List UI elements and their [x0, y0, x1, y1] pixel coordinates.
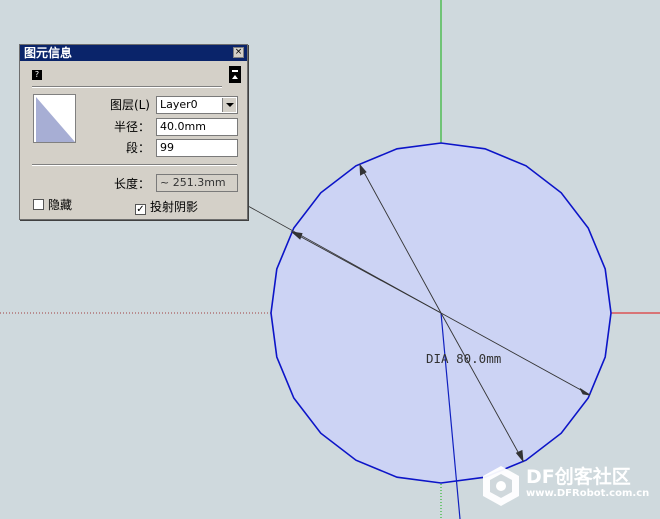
- cast-shadows-label: 投射阴影: [150, 200, 199, 214]
- hidden-checkbox[interactable]: 隐藏: [33, 198, 72, 212]
- length-field: ~ 251.3mm: [156, 174, 238, 192]
- close-button[interactable]: ×: [233, 47, 244, 58]
- radius-input[interactable]: 40.0mm: [156, 118, 238, 136]
- radius-label: 半径：: [113, 120, 150, 134]
- segments-value: 99: [160, 141, 174, 154]
- help-icon[interactable]: ?: [32, 70, 42, 80]
- length-value: ~ 251.3mm: [160, 176, 226, 189]
- watermark-title: DF创客社区: [526, 466, 631, 488]
- layer-value: Layer0: [160, 98, 198, 111]
- hidden-label: 隐藏: [48, 198, 73, 212]
- close-icon: ×: [234, 47, 243, 57]
- segments-input[interactable]: 99: [156, 139, 238, 157]
- cast-shadows-checkbox-box[interactable]: ✓: [135, 204, 146, 215]
- top-divider: [32, 86, 222, 88]
- radius-value: 40.0mm: [160, 120, 206, 133]
- layer-label: 图层(L): [109, 98, 150, 112]
- entity-info-panel[interactable]: 图元信息 × ? 图层(L) Layer0 半径： 40.0mm 段： 99 长…: [19, 44, 248, 220]
- collapse-button[interactable]: [229, 66, 241, 83]
- material-swatch-icon: [36, 97, 75, 142]
- layer-dropdown[interactable]: Layer0: [156, 96, 238, 114]
- panel-titlebar[interactable]: 图元信息 ×: [20, 45, 247, 61]
- cast-shadows-checkbox[interactable]: ✓ 投射阴影: [135, 200, 198, 215]
- segments-label: 段：: [125, 141, 150, 155]
- watermark-url: www.DFRobot.com.cn: [526, 488, 650, 499]
- chevron-down-icon[interactable]: [222, 98, 236, 112]
- hidden-checkbox-box[interactable]: [33, 199, 44, 210]
- material-swatch[interactable]: [33, 94, 76, 143]
- robot-logo-icon: [483, 466, 519, 506]
- length-label: 长度：: [113, 177, 150, 191]
- watermark: DF创客社区 www.DFRobot.com.cn: [478, 458, 660, 514]
- middle-divider: [32, 164, 237, 166]
- panel-title: 图元信息: [24, 46, 73, 60]
- dimension-label: DIA 80.0mm: [426, 351, 501, 366]
